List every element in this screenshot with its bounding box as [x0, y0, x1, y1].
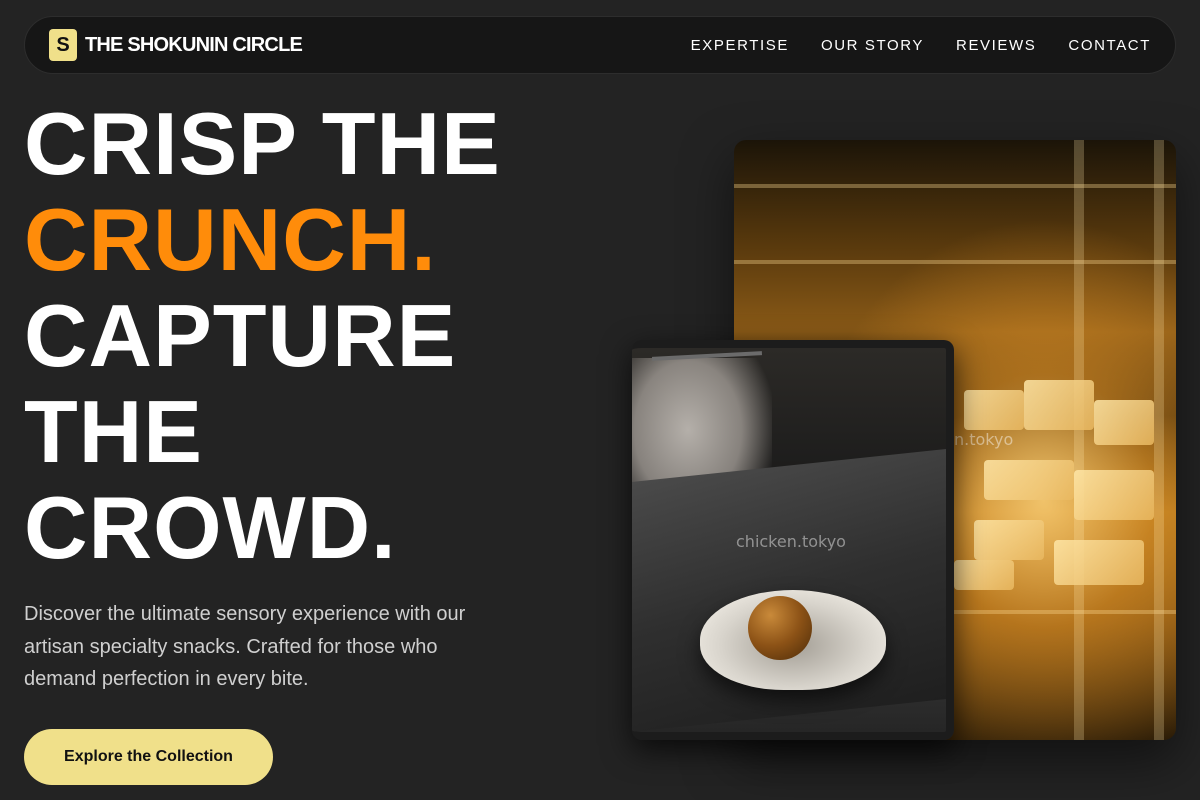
headline-line-1: CRISP THE [24, 94, 501, 193]
brand-name: THE SHOKUNIN CIRCLE [85, 33, 303, 56]
headline-line-3: CAPTURE [24, 286, 457, 385]
cheese-block [964, 390, 1024, 430]
cheese-block [1074, 470, 1154, 520]
cheese-block [1094, 400, 1154, 445]
cheese-block [974, 520, 1044, 560]
glass-pane [1074, 140, 1084, 740]
headline-line-2: CRUNCH. [24, 190, 437, 289]
brand[interactable]: S THE SHOKUNIN CIRCLE [49, 29, 303, 61]
shelf-line [734, 260, 1176, 264]
headline-line-5: CROWD. [24, 478, 397, 577]
cheese-block [1054, 540, 1144, 585]
cheese-block [984, 460, 1074, 500]
shelf-line [734, 184, 1176, 188]
snack-dish-photo: chicken.tokyo [632, 340, 954, 740]
nav-link-reviews[interactable]: REVIEWS [956, 37, 1036, 54]
front-photo-watermark: chicken.tokyo [736, 532, 846, 551]
back-photo-watermark: n.tokyo [954, 430, 1014, 449]
headline-line-4: THE [24, 382, 203, 481]
nav-link-expertise[interactable]: EXPERTISE [691, 37, 789, 54]
hero-subtext: Discover the ultimate sensory experience… [24, 603, 466, 690]
nav-links: EXPERTISE OUR STORY REVIEWS CONTACT [691, 37, 1151, 54]
glass-pane [1154, 140, 1164, 740]
nav-link-contact[interactable]: CONTACT [1068, 37, 1151, 54]
top-navigation: S THE SHOKUNIN CIRCLE EXPERTISE OUR STOR… [24, 16, 1176, 74]
cheese-block [954, 560, 1014, 590]
brand-logo-icon: S [49, 29, 77, 61]
nav-link-our-story[interactable]: OUR STORY [821, 37, 924, 54]
hero-headline: CRISP THE CRUNCH. CAPTURE THE CROWD. [24, 96, 501, 576]
explore-collection-button[interactable]: Explore the Collection [24, 729, 273, 785]
cheese-block [1024, 380, 1094, 430]
snack-ball [748, 596, 812, 660]
